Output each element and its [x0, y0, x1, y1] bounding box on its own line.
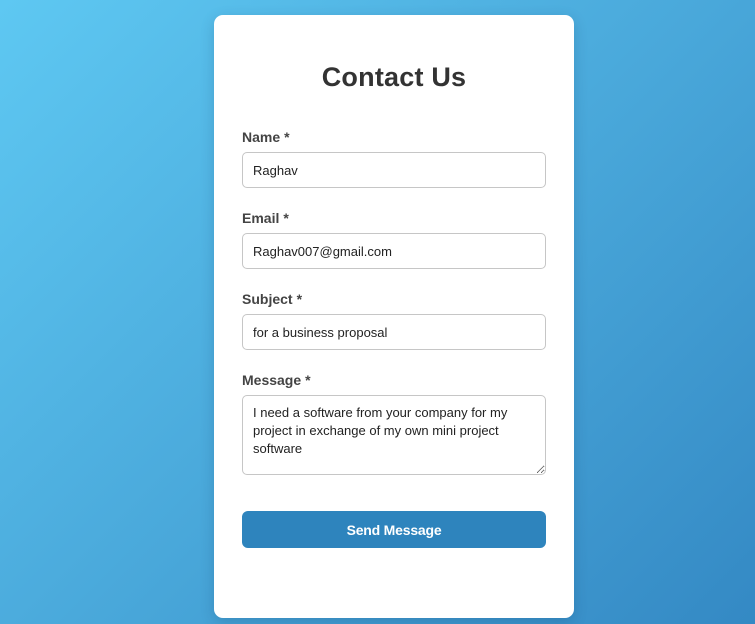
subject-label-row: Subject *	[242, 291, 546, 307]
message-textarea[interactable]: I need a software from your company for …	[242, 395, 546, 475]
email-label-row: Email *	[242, 210, 546, 226]
email-label: Email	[242, 210, 280, 226]
subject-label: Subject	[242, 291, 293, 307]
page-title: Contact Us	[321, 62, 467, 92]
contact-form-card: Contact Us Name* Email* Subject* Message…	[214, 15, 574, 618]
message-label: Message	[242, 372, 302, 388]
required-marker: *	[284, 129, 290, 145]
email-input[interactable]	[242, 233, 546, 269]
name-field-group: Name *	[242, 129, 546, 188]
required-marker: *	[283, 210, 289, 226]
subject-input[interactable]	[242, 314, 546, 350]
message-label-row: Message *	[242, 372, 546, 388]
message-field-group: Message * I need a software from your com…	[242, 372, 546, 475]
required-marker: *	[305, 372, 311, 388]
subject-field-group: Subject *	[242, 291, 546, 350]
email-field-group: Email *	[242, 210, 546, 269]
name-label-row: Name *	[242, 129, 546, 145]
send-message-button[interactable]: Send Message	[242, 511, 546, 548]
required-marker: *	[296, 291, 303, 307]
name-label: Name	[242, 129, 281, 145]
name-input[interactable]	[242, 152, 546, 188]
